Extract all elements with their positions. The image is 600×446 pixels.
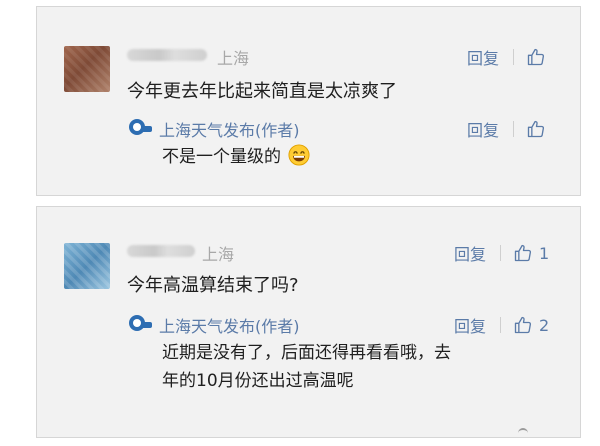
thumbs-up-icon[interactable]	[526, 119, 546, 139]
thumbs-up-icon[interactable]	[513, 243, 533, 263]
grinning-face-emoji-icon	[288, 144, 310, 166]
comment-location: 上海	[217, 49, 250, 68]
comment-card: 上海 回复 今年更去年比起来简直是太凉爽了 上海天气发布(作者) 回复 不是一个…	[36, 6, 581, 196]
divider	[513, 49, 515, 65]
comment-card: 上海 回复 1 今年高温算结束了吗? 上海天气发布(作者) 回复 2 近期是没有…	[36, 206, 581, 438]
reply-author[interactable]: 上海天气发布(作者)	[159, 117, 300, 141]
reply-actions: 回复	[467, 117, 546, 141]
divider	[500, 245, 502, 261]
thumbs-up-icon[interactable]	[513, 315, 533, 335]
comment-actions: 回复	[467, 45, 546, 69]
comment-text: 今年更去年比起来简直是太凉爽了	[127, 81, 397, 102]
blurred-username	[127, 49, 207, 61]
scroll-indicator	[518, 428, 528, 434]
reply-button[interactable]: 回复	[467, 45, 499, 69]
reply-text-line: 年的10月份还出过高温呢	[162, 371, 354, 391]
reply-button[interactable]: 回复	[454, 241, 486, 265]
thumbs-up-icon[interactable]	[526, 47, 546, 67]
weather-logo-icon	[129, 119, 152, 135]
divider	[500, 317, 502, 333]
reply-text-container: 不是一个量级的	[162, 143, 310, 171]
reply-text: 不是一个量级的	[162, 147, 281, 167]
reply-button[interactable]: 回复	[467, 117, 499, 141]
comment-text: 今年高温算结束了吗?	[127, 275, 299, 296]
reply-text-line: 近期是没有了，后面还得再看看哦，去	[162, 343, 451, 363]
like-count: 1	[539, 243, 550, 263]
comment-actions: 回复 1	[454, 241, 549, 265]
divider	[513, 121, 515, 137]
blurred-username	[127, 245, 195, 257]
like-count: 2	[539, 315, 550, 335]
weather-logo-icon	[129, 315, 152, 331]
avatar[interactable]	[64, 46, 110, 92]
reply-button[interactable]: 回复	[454, 313, 486, 337]
comment-location: 上海	[202, 245, 235, 264]
reply-actions: 回复 2	[454, 313, 549, 337]
avatar[interactable]	[64, 243, 110, 289]
reply-author[interactable]: 上海天气发布(作者)	[159, 313, 300, 337]
